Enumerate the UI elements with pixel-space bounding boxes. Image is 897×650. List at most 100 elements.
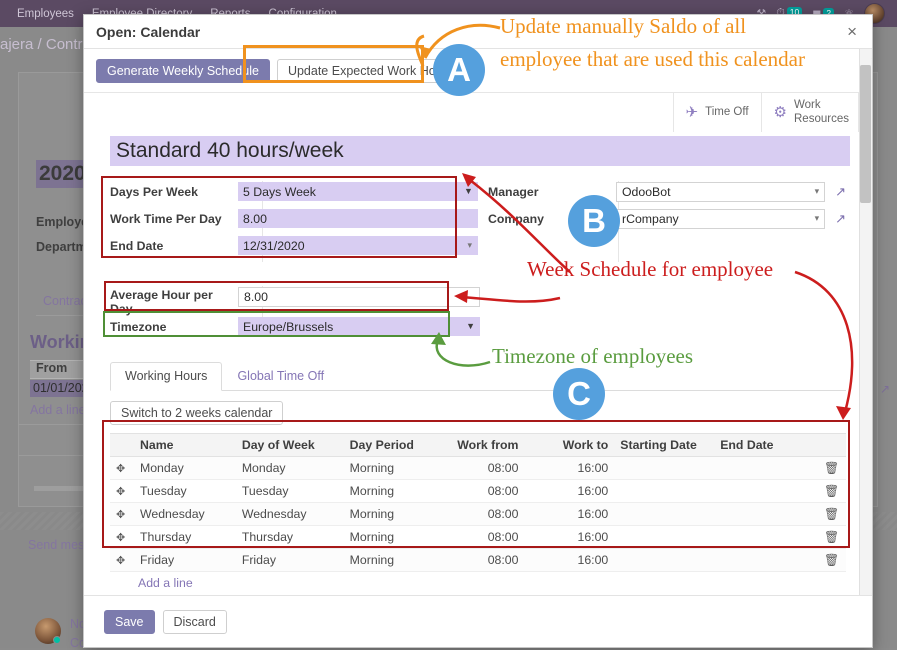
- work-time-per-day-input[interactable]: [238, 209, 478, 228]
- cell-day-period[interactable]: Morning: [344, 457, 441, 480]
- drag-handle-icon[interactable]: ✥: [110, 549, 134, 572]
- average-hour-per-day-input[interactable]: [238, 287, 480, 307]
- field-label: Days Per Week: [110, 185, 238, 199]
- field-average-hour-per-day: Average Hour per Day: [110, 286, 480, 314]
- smart-button-work-resources[interactable]: ⚙ Work Resources: [761, 93, 859, 132]
- drag-handle-icon[interactable]: ✥: [110, 457, 134, 480]
- th-work-from[interactable]: Work from: [441, 434, 525, 457]
- cell-work-from[interactable]: 08:00: [441, 457, 525, 480]
- calendar-name-input[interactable]: [110, 136, 850, 166]
- cell-starting-date[interactable]: [614, 503, 714, 526]
- extra-fields-block: Average Hour per Day Timezone ▼: [110, 286, 480, 337]
- cell-work-to[interactable]: 16:00: [524, 503, 614, 526]
- cell-day-period[interactable]: Morning: [344, 480, 441, 503]
- field-control: ▾: [238, 236, 478, 255]
- table-row[interactable]: ✥ThursdayThursdayMorning08:0016:00🗑: [110, 526, 846, 549]
- drag-handle-icon[interactable]: ✥: [110, 503, 134, 526]
- form-column-left: Days Per Week ▼ Work Time Per Day En: [110, 181, 478, 262]
- dialog-scrollbar[interactable]: ▲ ▼: [859, 49, 872, 595]
- th-handle: [110, 434, 134, 457]
- table-header-row: Name Day of Week Day Period Work from Wo…: [110, 434, 846, 457]
- cell-day-period[interactable]: Morning: [344, 503, 441, 526]
- smart-button-time-off[interactable]: ✈ Time Off: [673, 93, 761, 132]
- add-a-line-link[interactable]: Add a line: [30, 403, 86, 417]
- save-button[interactable]: Save: [104, 610, 155, 634]
- table-row[interactable]: ✥MondayMondayMorning08:0016:00🗑: [110, 457, 846, 480]
- add-a-line-link[interactable]: Add a line: [110, 572, 846, 594]
- cell-work-to[interactable]: 16:00: [524, 526, 614, 549]
- field-label: Average Hour per Day: [110, 286, 238, 316]
- cell-end-date[interactable]: [714, 503, 818, 526]
- field-company: Company ▾ ↗: [488, 208, 846, 229]
- external-link-icon[interactable]: ↗: [835, 211, 846, 227]
- close-icon[interactable]: ×: [843, 21, 861, 42]
- generate-weekly-schedule-button[interactable]: Generate Weekly Schedule: [96, 59, 270, 83]
- cell-end-date[interactable]: [714, 480, 818, 503]
- cell-end-date[interactable]: [714, 457, 818, 480]
- dialog-header: Open: Calendar ×: [84, 15, 872, 49]
- cell-name[interactable]: Wednesday: [134, 503, 236, 526]
- delete-row-button[interactable]: 🗑: [818, 480, 846, 503]
- switch-to-2-weeks-calendar-button[interactable]: Switch to 2 weeks calendar: [110, 401, 283, 425]
- cell-day-of-week[interactable]: Tuesday: [236, 480, 344, 503]
- cell-work-from[interactable]: 08:00: [441, 480, 525, 503]
- online-status-dot: [53, 636, 61, 644]
- manager-input[interactable]: [616, 182, 825, 202]
- cell-day-period[interactable]: Morning: [344, 549, 441, 572]
- drag-handle-icon[interactable]: ✥: [110, 480, 134, 503]
- cell-work-to[interactable]: 16:00: [524, 549, 614, 572]
- company-input[interactable]: [616, 209, 825, 229]
- table-row[interactable]: ✥WednesdayWednesdayMorning08:0016:00🗑: [110, 503, 846, 526]
- cell-end-date[interactable]: [714, 526, 818, 549]
- table-row[interactable]: ✥TuesdayTuesdayMorning08:0016:00🗑: [110, 480, 846, 503]
- th-day-period[interactable]: Day Period: [344, 434, 441, 457]
- field-label: Company: [488, 212, 616, 226]
- cell-starting-date[interactable]: [614, 549, 714, 572]
- th-day-of-week[interactable]: Day of Week: [236, 434, 344, 457]
- cell-work-from[interactable]: 08:00: [441, 526, 525, 549]
- cell-name[interactable]: Thursday: [134, 526, 236, 549]
- timezone-select[interactable]: [238, 317, 480, 336]
- external-link-icon[interactable]: ↗: [880, 382, 890, 396]
- table-row[interactable]: ✥FridayFridayMorning08:0016:00🗑: [110, 549, 846, 572]
- cell-starting-date[interactable]: [614, 526, 714, 549]
- tab-global-time-off[interactable]: Global Time Off: [222, 362, 339, 391]
- th-name[interactable]: Name: [134, 434, 236, 457]
- update-expected-work-hours-button[interactable]: Update Expected Work Hours: [277, 59, 464, 83]
- delete-row-button[interactable]: 🗑: [818, 457, 846, 480]
- cell-day-of-week[interactable]: Wednesday: [236, 503, 344, 526]
- cell-name[interactable]: Tuesday: [134, 480, 236, 503]
- table-body: ✥MondayMondayMorning08:0016:00🗑✥TuesdayT…: [110, 457, 846, 572]
- cell-day-of-week[interactable]: Friday: [236, 549, 344, 572]
- scrollbar-thumb[interactable]: [860, 65, 871, 203]
- cell-name[interactable]: Monday: [134, 457, 236, 480]
- delete-row-button[interactable]: 🗑: [818, 549, 846, 572]
- external-link-icon[interactable]: ↗: [835, 184, 846, 200]
- cell-name[interactable]: Friday: [134, 549, 236, 572]
- field-label: Manager: [488, 185, 616, 199]
- cell-day-period[interactable]: Morning: [344, 526, 441, 549]
- cell-work-to[interactable]: 16:00: [524, 480, 614, 503]
- days-per-week-select[interactable]: [238, 182, 478, 201]
- discard-button[interactable]: Discard: [163, 610, 227, 634]
- drag-handle-icon[interactable]: ✥: [110, 526, 134, 549]
- cell-day-of-week[interactable]: Thursday: [236, 526, 344, 549]
- smart-button-label: Work Resources: [794, 99, 846, 125]
- delete-row-button[interactable]: 🗑: [818, 526, 846, 549]
- cell-work-to[interactable]: 16:00: [524, 457, 614, 480]
- tab-working-hours[interactable]: Working Hours: [110, 362, 222, 391]
- th-starting-date[interactable]: Starting Date: [614, 434, 714, 457]
- delete-row-button[interactable]: 🗑: [818, 503, 846, 526]
- nav-item-employees[interactable]: Employees: [8, 8, 83, 20]
- cell-day-of-week[interactable]: Monday: [236, 457, 344, 480]
- cell-starting-date[interactable]: [614, 480, 714, 503]
- gears-icon: ⚙: [774, 105, 787, 120]
- cell-work-from[interactable]: 08:00: [441, 549, 525, 572]
- cell-starting-date[interactable]: [614, 457, 714, 480]
- end-date-input[interactable]: [238, 236, 478, 255]
- cell-end-date[interactable]: [714, 549, 818, 572]
- cell-work-from[interactable]: 08:00: [441, 503, 525, 526]
- th-work-to[interactable]: Work to: [524, 434, 614, 457]
- field-control: [238, 286, 480, 307]
- th-end-date[interactable]: End Date: [714, 434, 818, 457]
